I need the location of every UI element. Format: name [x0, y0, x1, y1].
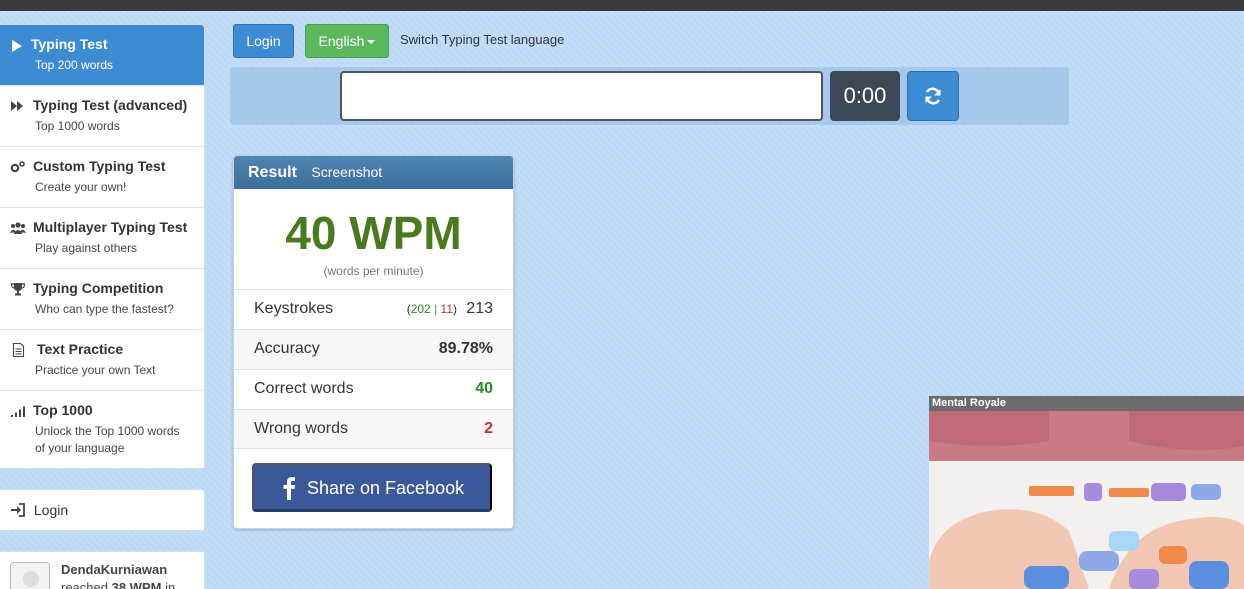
keystrokes-row: Keystrokes (202 | 11) 213 [234, 289, 513, 329]
result-title: Result [248, 164, 297, 181]
share-facebook-button[interactable]: Share on Facebook [252, 463, 492, 512]
sidebar-item-title: Typing Competition [33, 280, 164, 296]
typing-input[interactable] [340, 71, 823, 121]
correct-words-row: Correct words 40 [234, 369, 513, 409]
wpm-unit: (words per minute) [323, 264, 424, 278]
fast-forward-icon [11, 101, 23, 111]
sidebar-item-custom-typing-test[interactable]: Custom Typing Test Create your own! [0, 147, 204, 208]
sidebar-item-subtitle-line2: of your language [35, 441, 125, 455]
login-button[interactable]: Login [233, 24, 294, 58]
sidebar-item-title: Top 1000 [33, 402, 93, 418]
sidebar-item-subtitle: Top 1000 words [35, 119, 120, 133]
sidebar-login-label: Login [33, 502, 69, 518]
sidebar-item-subtitle: Play against others [35, 241, 138, 255]
activity-wpm: 38 WPM [111, 580, 162, 589]
play-icon [12, 40, 22, 52]
screenshot-link[interactable]: Screenshot [311, 164, 382, 180]
users-icon [10, 222, 26, 234]
share-facebook-label: Share on Facebook [307, 478, 465, 498]
keystrokes-total: 213 [466, 300, 493, 317]
sidebar-item-subtitle-line1: Unlock the Top 1000 words [35, 424, 180, 438]
correct-words-label: Correct words [254, 380, 354, 397]
stats-table: Keystrokes (202 | 11) 213 Accuracy 89.78… [234, 289, 513, 449]
trophy-icon [10, 283, 26, 296]
sidebar-item-typing-competition[interactable]: Typing Competition Who can type the fast… [0, 269, 204, 330]
accuracy-value: 89.78% [438, 340, 493, 357]
sidebar-item-text-practice[interactable]: Text Practice Practice your own Text [0, 330, 204, 391]
sidebar-login-link[interactable]: Login [0, 489, 205, 531]
ad-image [929, 411, 1244, 589]
language-hint: Switch Typing Test language [400, 32, 565, 47]
sidebar-item-title: Text Practice [37, 341, 124, 357]
timer: 0:00 [830, 71, 900, 121]
keystrokes-wrong: 11 [440, 302, 453, 316]
activity-prefix: reached [61, 580, 108, 589]
gears-icon [10, 161, 25, 173]
keystrokes-label: Keystrokes [254, 300, 334, 317]
typing-input-row: 0:00 [230, 67, 1069, 125]
sign-in-icon [11, 503, 25, 517]
correct-words-value: 40 [475, 380, 493, 397]
refresh-icon [925, 87, 941, 105]
keystrokes-correct: 202 [410, 302, 431, 316]
caret-down-icon [367, 40, 376, 44]
signal-icon [11, 406, 25, 417]
sidebar-item-title: Typing Test [31, 36, 108, 52]
result-header: Result Screenshot [234, 156, 513, 189]
top-bar [0, 0, 1244, 11]
language-label: English [318, 33, 365, 49]
keystrokes-detail: (202 | 11) [406, 302, 457, 316]
result-panel: Result Screenshot 40 WPM (words per minu… [233, 155, 514, 529]
sidebar-item-subtitle: Top 200 words [35, 58, 114, 72]
ad-banner[interactable]: Mental Royale [929, 396, 1244, 589]
sidebar-item-subtitle: Who can type the fastest? [35, 302, 174, 316]
sidebar-item-title: Custom Typing Test [33, 158, 166, 174]
sidebar-item-multiplayer[interactable]: Multiplayer Typing Test Play against oth… [0, 208, 204, 269]
facebook-icon [283, 477, 295, 500]
activity-username[interactable]: DendaKurniawan [61, 562, 167, 577]
user-placeholder-icon [23, 571, 39, 587]
sidebar-item-typing-test-advanced[interactable]: Typing Test (advanced) Top 1000 words [0, 86, 204, 147]
sidebar-item-subtitle: Create your own! [35, 180, 127, 194]
sidebar-item-typing-test[interactable]: Typing Test Top 200 words [0, 25, 204, 86]
document-icon [12, 343, 25, 357]
avatar[interactable] [10, 562, 50, 589]
sidebar-item-subtitle: Practice your own Text [35, 363, 156, 377]
recent-activity: DendaKurniawan reached 38 WPM in [0, 551, 205, 589]
ad-title: Mental Royale [929, 396, 1244, 411]
accuracy-row: Accuracy 89.78% [234, 329, 513, 369]
wrong-words-label: Wrong words [254, 420, 348, 437]
accuracy-label: Accuracy [254, 340, 320, 357]
wrong-words-value: 2 [484, 420, 493, 437]
sidebar-item-title: Typing Test (advanced) [33, 97, 188, 113]
sidebar-item-top-1000[interactable]: Top 1000 Unlock the Top 1000 words of yo… [0, 391, 204, 468]
activity-suffix: in [165, 580, 176, 589]
reload-button[interactable] [907, 71, 959, 121]
wrong-words-row: Wrong words 2 [234, 409, 513, 449]
sidebar-item-title: Multiplayer Typing Test [33, 219, 188, 235]
sidebar-nav: Typing Test Top 200 words Typing Test (a… [0, 24, 205, 469]
keystrokes-separator: | [434, 302, 438, 316]
wpm-value: 40 WPM [285, 207, 462, 259]
language-dropdown[interactable]: English [305, 24, 389, 58]
activity-text: reached 38 WPM in [61, 580, 175, 589]
